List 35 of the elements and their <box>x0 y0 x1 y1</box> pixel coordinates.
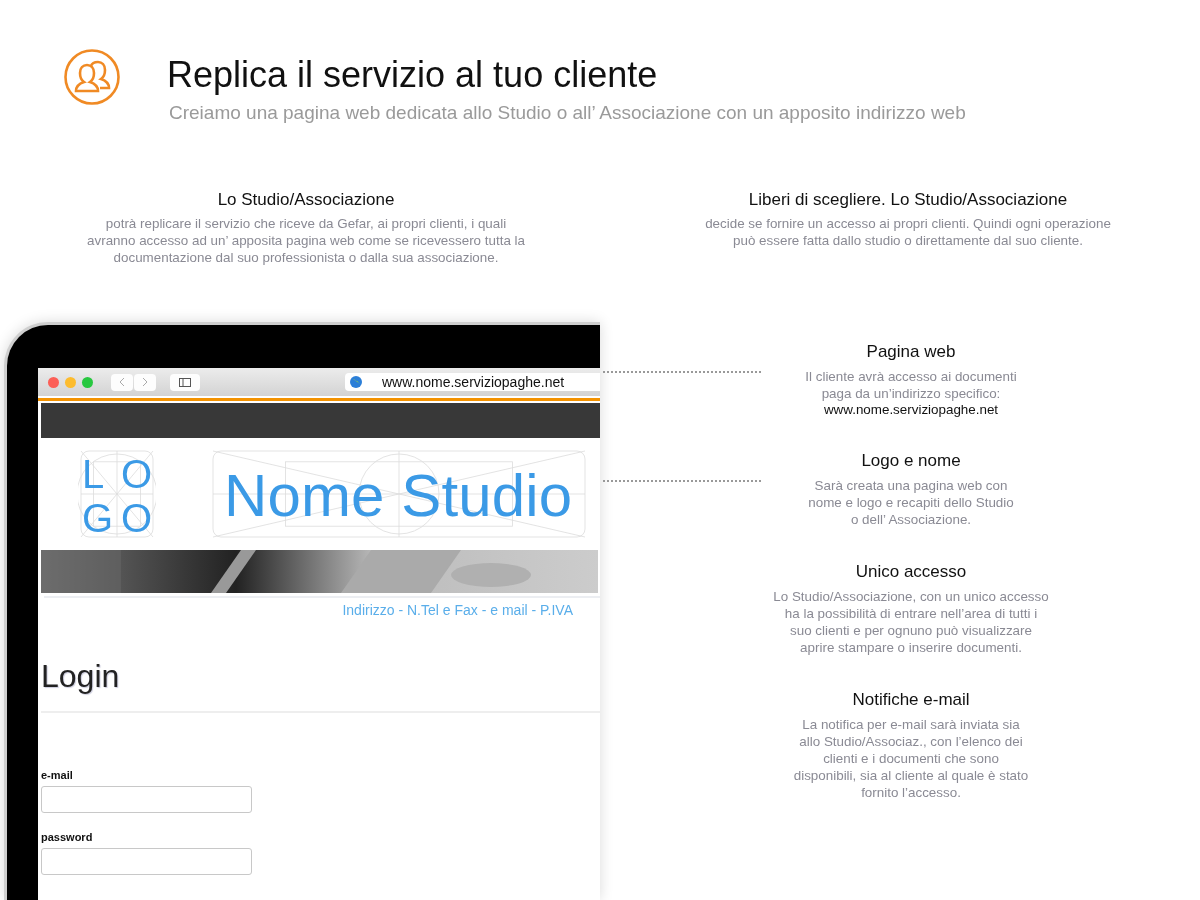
field-label: e-mail <box>41 769 74 781</box>
feature-text: La notifica per e-mail sarà inviata sia allo Studio/Associaz., con l’elenco dei clienti e i documenti che sono disponibili, sia al cliente al quale è stato fornito l’accesso. <box>793 716 1029 801</box>
section-title: Liberi di scegliere. Lo Studio/Associazione <box>748 190 1068 210</box>
section-text: decide se fornire un accesso ai propri clienti. Quindi ogni operazione può essere fatta dallo studio o direttamente dal suo cliente. <box>705 215 1111 249</box>
back-button[interactable] <box>111 373 133 391</box>
contact-info: Indirizzo - N.Tel e Fax - e mail - P.IVA <box>44 596 600 618</box>
sidebar-button[interactable] <box>170 373 200 391</box>
logo-text: LO GO <box>82 452 152 540</box>
chevron-left-icon <box>119 377 125 387</box>
input-field[interactable] <box>41 848 252 875</box>
page-title: Replica il servizio al tuo cliente <box>167 54 659 96</box>
feature-title: Logo e nome <box>861 451 961 471</box>
page-subtitle: Creiamo una pagina web dedicata allo Studio o all’ Associazione con un apposito indirizzo web <box>169 102 966 124</box>
forward-button[interactable] <box>134 373 156 391</box>
minimize-button[interactable] <box>65 376 76 388</box>
login-heading: Login <box>41 658 600 713</box>
feature-title: Notifiche e-mail <box>852 690 970 710</box>
feature-text: Sarà creata una pagina web con nome e logo e recapiti dello Studio o dell’ Associazione. <box>808 477 1014 528</box>
feature-title: Unico accesso <box>855 562 967 582</box>
people-icon <box>63 48 121 106</box>
feature-text: Il cliente avrà accesso ai documenti paga da un’indirizzo specifico: <box>805 368 1017 402</box>
section-title: Lo Studio/Associazione <box>217 190 395 210</box>
studio-name: Nome Studio <box>224 462 572 529</box>
zoom-button[interactable] <box>82 376 93 388</box>
input-field[interactable] <box>41 786 252 813</box>
close-button[interactable] <box>48 376 59 388</box>
field-label: password <box>41 831 94 843</box>
section-text: potrà replicare il servizio che riceve da Gefar, ai propri clienti, i quali avranno accesso ad un’ apposita pagina web come se ricevessero tutta la documentazione dal suo professionista o dalla sua associazione. <box>87 215 525 266</box>
chevron-right-icon <box>142 377 148 387</box>
feature-text: Lo Studio/Associazione, con un unico accesso ha la possibilità di entrare nell’area di tutti i suo clienti e per ognuno può visualizzare aprire stampare o inserire documenti. <box>773 588 1049 656</box>
site-address: www.nome.serviziopaghe.net <box>823 402 999 417</box>
globe-icon <box>350 376 362 388</box>
address-bar[interactable]: www.nome.serviziopaghe.net <box>345 373 600 391</box>
sidebar-icon <box>179 377 191 387</box>
feature-title: Pagina web <box>866 342 956 362</box>
